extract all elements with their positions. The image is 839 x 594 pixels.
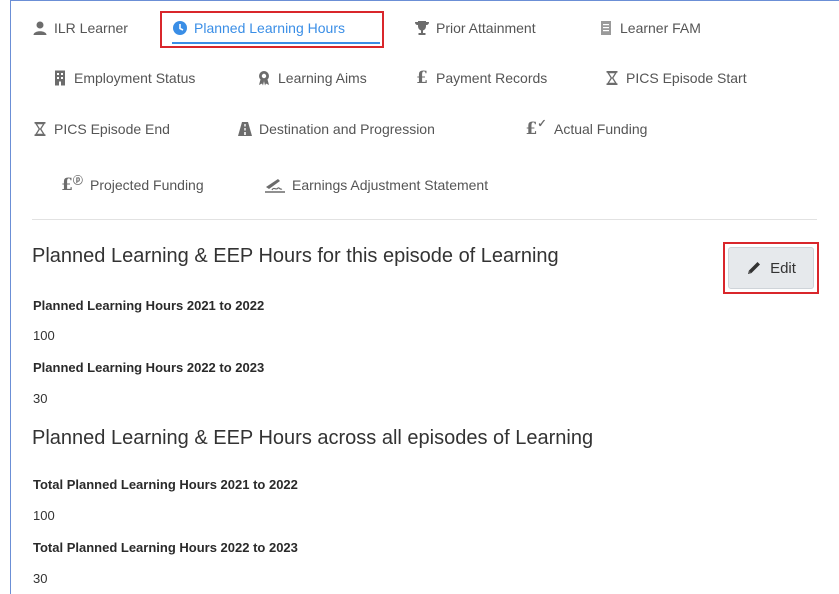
field-value: 30 xyxy=(33,571,48,586)
tab-label: Earnings Adjustment Statement xyxy=(292,177,489,193)
tab-pics-episode-start[interactable]: PICS Episode Start xyxy=(604,70,747,86)
tab-label: Learning Aims xyxy=(278,70,367,86)
highlight-box-tab xyxy=(160,11,384,48)
tab-learning-aims[interactable]: Learning Aims xyxy=(256,70,367,86)
tab-ilr-learner[interactable]: ILR Learner xyxy=(32,20,128,36)
tab-label: ILR Learner xyxy=(54,20,128,36)
pencil-icon xyxy=(746,260,762,276)
section-title-all-episodes: Planned Learning & EEP Hours across all … xyxy=(32,427,594,449)
pound-icon: £ xyxy=(416,68,428,88)
field-value: 30 xyxy=(33,391,48,406)
tab-label: PICS Episode End xyxy=(54,121,170,137)
edit-button[interactable]: Edit xyxy=(728,247,814,289)
pound-projected-icon: £ ⓟ xyxy=(61,175,83,195)
field-value: 100 xyxy=(33,328,55,343)
hourglass-icon xyxy=(604,70,620,86)
tab-employment-status[interactable]: Employment Status xyxy=(52,70,195,86)
edit-label: Edit xyxy=(770,259,796,277)
content-frame xyxy=(10,0,839,594)
tab-label: Prior Attainment xyxy=(436,20,536,36)
field-value: 100 xyxy=(33,508,55,523)
divider xyxy=(32,219,817,220)
tab-earnings-adjustment[interactable]: Earnings Adjustment Statement xyxy=(264,177,488,193)
field-label: Total Planned Learning Hours 2021 to 202… xyxy=(33,477,298,492)
section-title-episode: Planned Learning & EEP Hours for this ep… xyxy=(32,245,559,267)
pound-check-icon: £ ✓ xyxy=(525,116,547,140)
tab-actual-funding[interactable]: £ ✓ Actual Funding xyxy=(524,116,648,140)
tab-payment-records[interactable]: £ Payment Records xyxy=(414,68,548,88)
tab-label: Destination and Progression xyxy=(259,121,435,137)
tab-label: Actual Funding xyxy=(554,121,648,137)
field-label: Planned Learning Hours 2021 to 2022 xyxy=(33,298,265,313)
field-label: Total Planned Learning Hours 2022 to 202… xyxy=(33,540,298,555)
tab-projected-funding[interactable]: £ ⓟ Projected Funding xyxy=(60,175,204,195)
signature-icon xyxy=(264,177,286,193)
building-icon xyxy=(52,70,68,86)
tab-destination-progression[interactable]: Destination and Progression xyxy=(237,121,435,137)
tab-label: Projected Funding xyxy=(90,177,204,193)
hourglass-icon xyxy=(32,121,48,137)
tab-prior-attainment[interactable]: Prior Attainment xyxy=(414,20,536,36)
tab-learner-fam[interactable]: Learner FAM xyxy=(598,20,701,36)
user-icon xyxy=(32,20,48,36)
tab-label: Employment Status xyxy=(74,70,196,86)
award-icon xyxy=(256,70,272,86)
tab-label: Learner FAM xyxy=(620,20,701,36)
tab-label: PICS Episode Start xyxy=(626,70,747,86)
field-label: Planned Learning Hours 2022 to 2023 xyxy=(33,360,265,375)
tab-pics-episode-end[interactable]: PICS Episode End xyxy=(32,121,170,137)
road-icon xyxy=(237,121,253,137)
trophy-icon xyxy=(414,20,430,36)
tab-label: Payment Records xyxy=(436,70,548,86)
document-icon xyxy=(598,20,614,36)
